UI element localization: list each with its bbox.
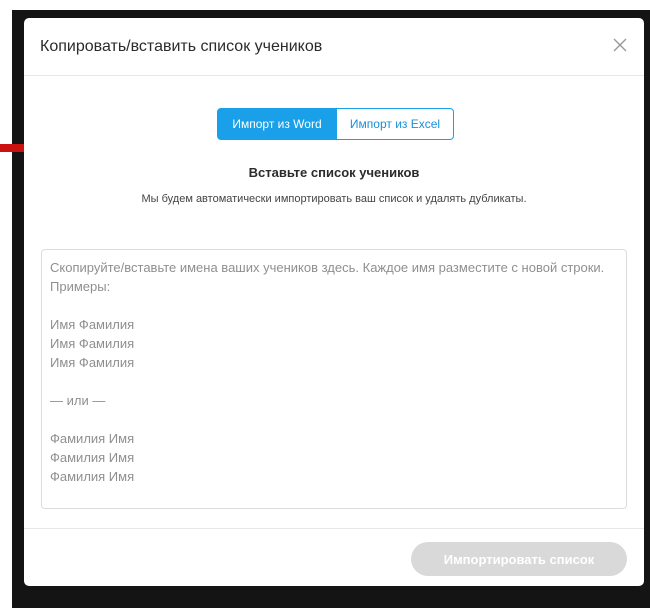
import-source-tabs: Импорт из Word Импорт из Excel <box>217 108 454 140</box>
tab-import-word[interactable]: Импорт из Word <box>217 108 337 140</box>
dialog-header: Копировать/вставить список учеников <box>24 18 644 76</box>
tab-import-excel[interactable]: Импорт из Excel <box>337 108 454 140</box>
import-list-button[interactable]: Импортировать список <box>411 542 627 576</box>
student-list-input[interactable] <box>41 249 627 509</box>
copy-paste-dialog: Копировать/вставить список учеников Импо… <box>24 18 644 586</box>
dialog-title: Копировать/вставить список учеников <box>40 38 323 55</box>
close-icon[interactable] <box>612 37 628 53</box>
section-description: Мы будем автоматически импортировать ваш… <box>141 193 527 205</box>
dialog-footer: Импортировать список <box>24 528 644 586</box>
section-heading: Вставьте список учеников <box>248 165 420 180</box>
